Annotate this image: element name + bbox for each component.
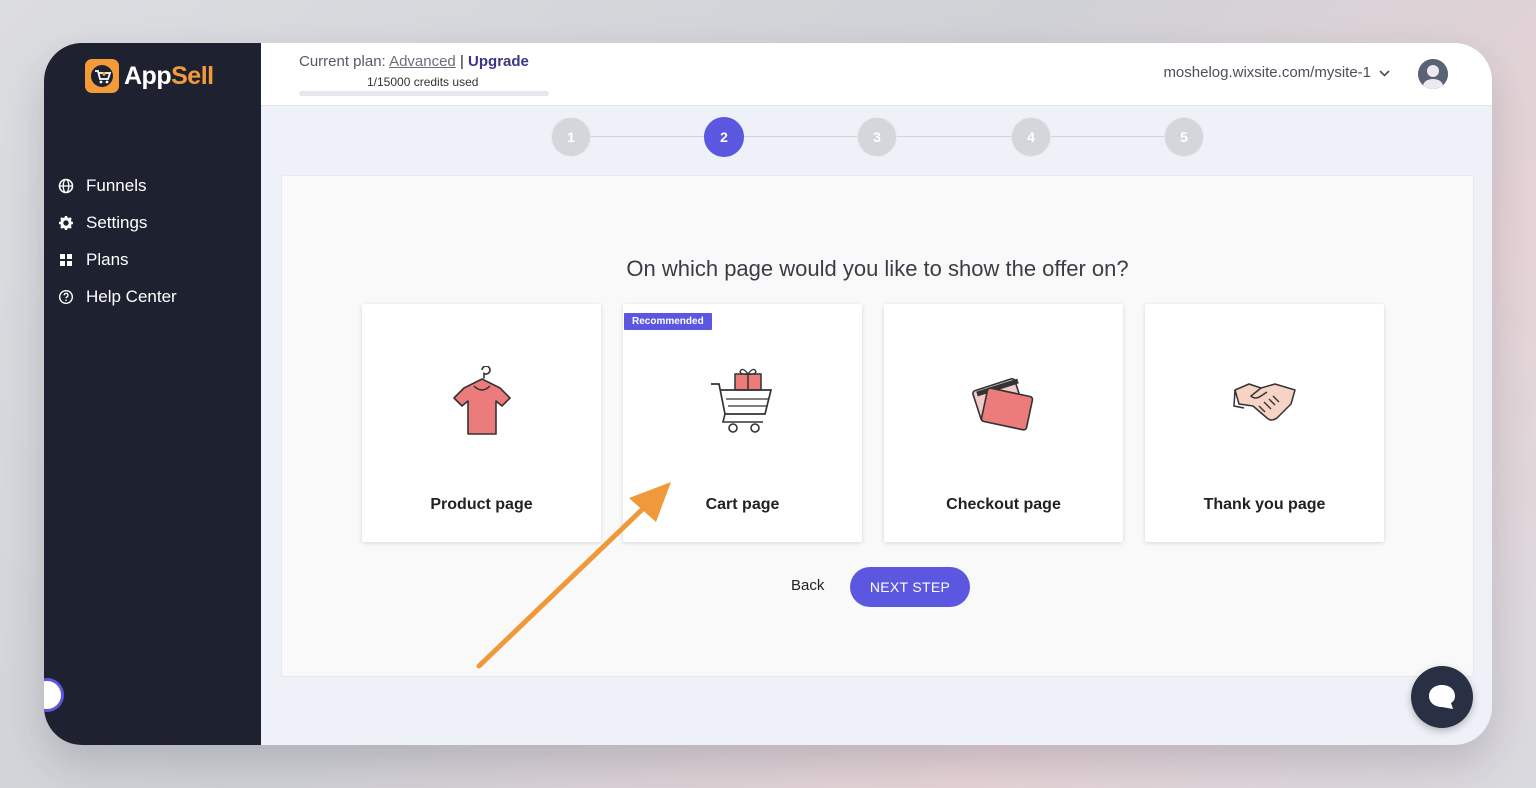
logo-text-sell: Sell bbox=[171, 61, 214, 90]
plan-separator: | bbox=[459, 53, 464, 70]
credits-progress-bar bbox=[299, 91, 549, 96]
card-cart-page[interactable]: Recommended Cart page bbox=[623, 304, 862, 542]
next-step-button[interactable]: NEXT STEP bbox=[850, 567, 970, 607]
step-connector bbox=[742, 136, 857, 137]
sidebar-item-help-center[interactable]: Help Center bbox=[58, 278, 177, 315]
gear-icon bbox=[58, 215, 74, 231]
site-url: moshelog.wixsite.com/mysite-1 bbox=[1163, 64, 1371, 81]
offer-page-panel: On which page would you like to show the… bbox=[281, 175, 1474, 677]
step-4[interactable]: 4 bbox=[1011, 117, 1051, 157]
sidebar-item-label: Help Center bbox=[86, 286, 177, 306]
card-label: Cart page bbox=[705, 496, 780, 513]
chat-button[interactable] bbox=[1411, 666, 1473, 728]
app-window: AppSell Funnels Settings Plans Help Cent… bbox=[44, 43, 1492, 745]
step-connector bbox=[1049, 136, 1164, 137]
sidebar-item-label: Funnels bbox=[86, 175, 147, 195]
card-label: Product page bbox=[430, 496, 533, 513]
cart-gift-icon bbox=[711, 366, 775, 438]
top-bar: Current plan: Advanced | Upgrade 1/15000… bbox=[261, 43, 1492, 106]
logo-text-app: App bbox=[124, 61, 172, 90]
chat-bubble-icon bbox=[1429, 685, 1455, 709]
help-circle-icon bbox=[58, 289, 74, 305]
upgrade-link[interactable]: Upgrade bbox=[468, 53, 529, 70]
sidebar-item-label: Settings bbox=[86, 212, 148, 232]
recommended-badge: Recommended bbox=[624, 313, 712, 330]
globe-icon bbox=[58, 178, 74, 194]
card-checkout-page[interactable]: Checkout page bbox=[884, 304, 1123, 542]
user-icon bbox=[1418, 59, 1448, 89]
sidebar-item-funnels[interactable]: Funnels bbox=[58, 167, 177, 204]
handshake-icon bbox=[1233, 366, 1297, 438]
step-2[interactable]: 2 bbox=[704, 117, 744, 157]
chevron-down-icon bbox=[1379, 66, 1390, 80]
user-avatar[interactable] bbox=[1418, 59, 1448, 89]
grid-icon bbox=[58, 252, 74, 268]
plan-prefix: Current plan: bbox=[299, 53, 386, 70]
sidebar-item-plans[interactable]: Plans bbox=[58, 241, 177, 278]
sidebar: AppSell Funnels Settings Plans Help Cent… bbox=[44, 43, 261, 745]
tshirt-icon bbox=[450, 365, 514, 438]
sidebar-item-settings[interactable]: Settings bbox=[58, 204, 177, 241]
sidebar-nav: Funnels Settings Plans Help Center bbox=[58, 167, 177, 315]
back-button[interactable]: Back bbox=[791, 577, 824, 594]
cart-logo-icon bbox=[85, 59, 119, 93]
site-selector[interactable]: moshelog.wixsite.com/mysite-1 bbox=[1163, 64, 1390, 81]
step-connector bbox=[896, 136, 1011, 137]
card-label: Thank you page bbox=[1203, 496, 1326, 513]
support-widget-icon[interactable] bbox=[44, 678, 64, 712]
credits-used: 1/15000 credits used bbox=[367, 75, 479, 89]
plan-name-link[interactable]: Advanced bbox=[389, 53, 456, 70]
current-plan: Current plan: Advanced | Upgrade bbox=[299, 53, 529, 70]
stepper: 1 2 3 4 5 bbox=[551, 117, 1204, 157]
step-1[interactable]: 1 bbox=[551, 117, 591, 157]
card-thank-you-page[interactable]: Thank you page bbox=[1145, 304, 1384, 542]
sidebar-item-label: Plans bbox=[86, 249, 129, 269]
card-product-page[interactable]: Product page bbox=[362, 304, 601, 542]
credit-card-icon bbox=[972, 366, 1036, 438]
step-5[interactable]: 5 bbox=[1164, 117, 1204, 157]
logo[interactable]: AppSell bbox=[85, 59, 214, 93]
page-question: On which page would you like to show the… bbox=[626, 256, 1129, 281]
card-label: Checkout page bbox=[946, 496, 1061, 513]
step-connector bbox=[589, 136, 704, 137]
step-3[interactable]: 3 bbox=[857, 117, 897, 157]
